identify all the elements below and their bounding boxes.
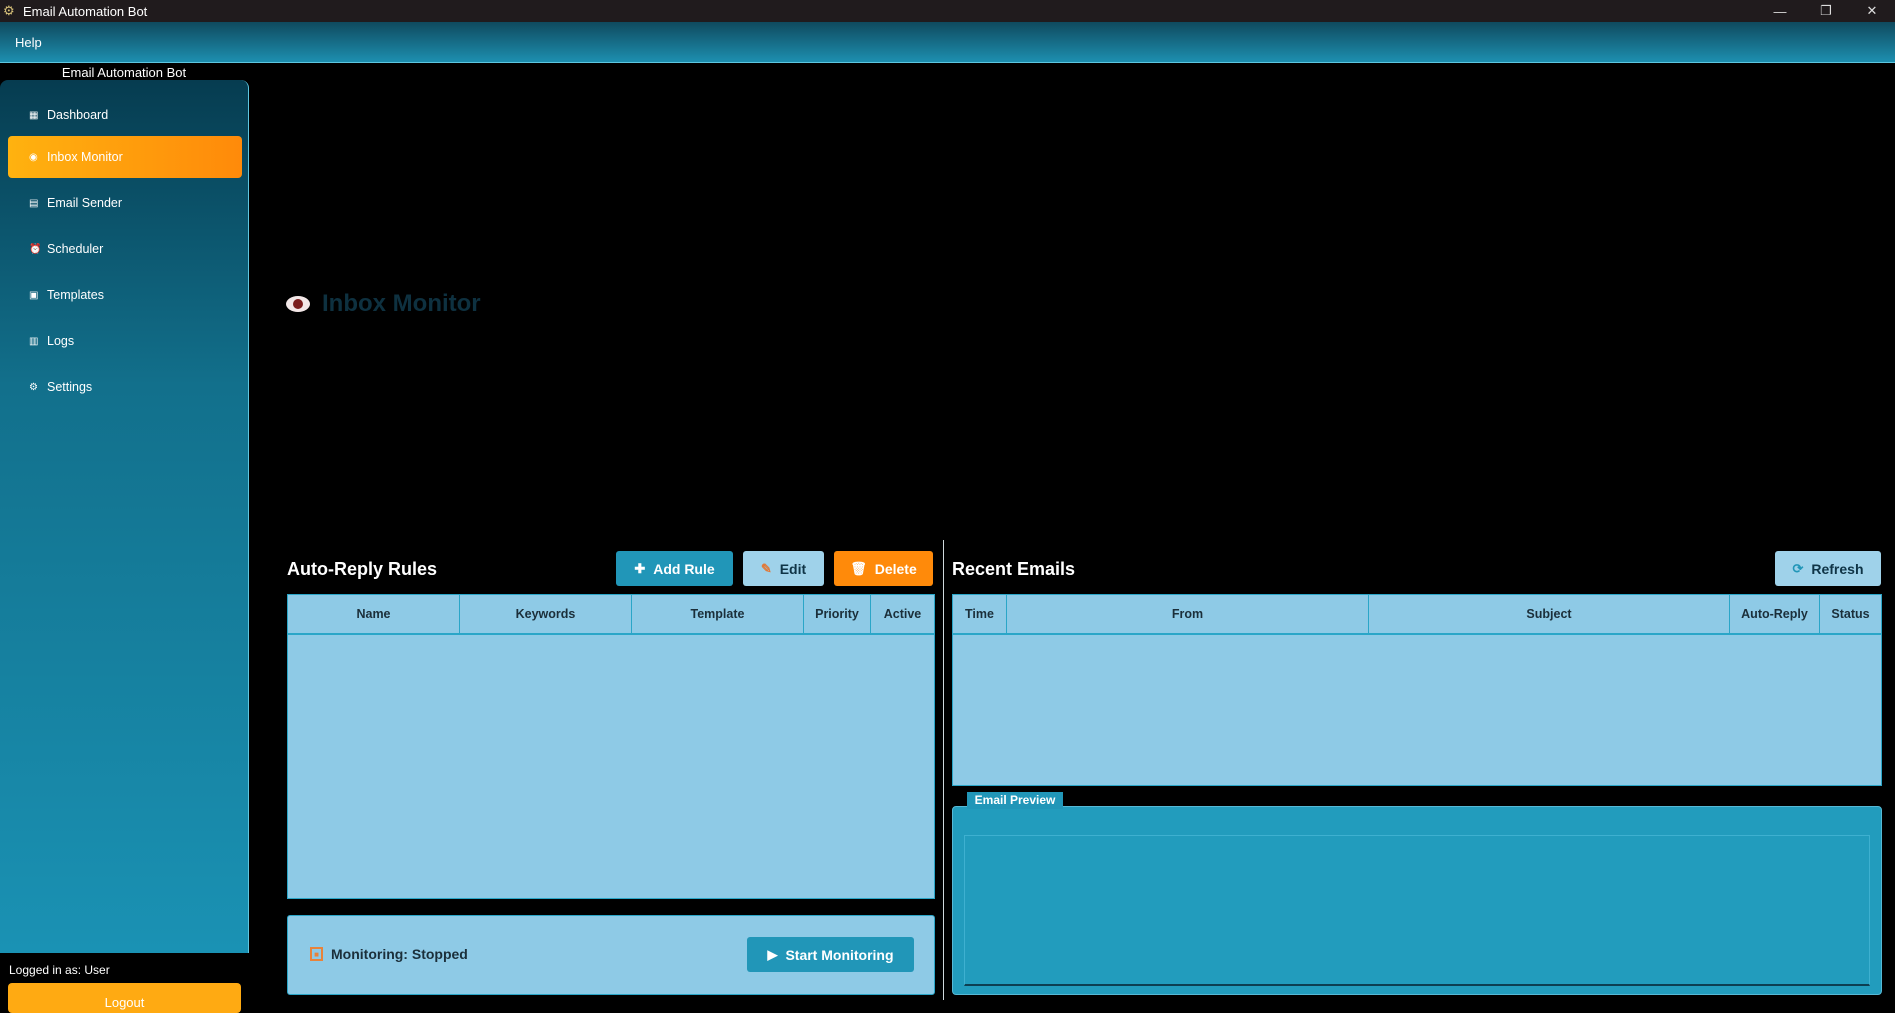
logout-button[interactable]: Logout: [8, 983, 241, 1013]
mailbox-icon: ▤: [29, 197, 39, 209]
edit-rule-button[interactable]: ✎ Edit: [743, 551, 824, 586]
sidebar-item-label: Scheduler: [47, 242, 104, 256]
rules-section-title: Auto-Reply Rules: [287, 559, 438, 579]
email-preview-title: Email Preview: [967, 792, 1063, 809]
column-header-active[interactable]: Active: [871, 595, 934, 633]
emails-table-header: Time From Subject Auto-Reply Status: [953, 595, 1881, 635]
monitoring-status: ■ Monitoring: Stopped: [310, 946, 468, 962]
column-header-template[interactable]: Template: [632, 595, 804, 633]
window-title: Email Automation Bot: [23, 3, 148, 19]
app-gear-icon: ⚙: [3, 3, 15, 18]
monitoring-panel: ■ Monitoring: Stopped ▶ Start Monitoring: [287, 915, 935, 995]
sidebar-item-logs[interactable]: ▥ Logs: [8, 320, 242, 362]
stop-icon: ■: [310, 947, 323, 961]
minimize-icon[interactable]: —: [1757, 4, 1803, 19]
emails-table[interactable]: Time From Subject Auto-Reply Status: [952, 594, 1882, 786]
sidebar-item-label: Inbox Monitor: [47, 150, 123, 164]
sidebar-item-label: Logs: [47, 334, 75, 348]
logged-in-label: Logged in as: User: [9, 963, 110, 977]
start-monitoring-button[interactable]: ▶ Start Monitoring: [747, 937, 914, 972]
column-header-status[interactable]: Status: [1820, 595, 1881, 633]
sidebar-item-label: Templates: [47, 288, 104, 302]
column-header-subject[interactable]: Subject: [1369, 595, 1730, 633]
play-icon: ▶: [767, 946, 778, 962]
column-header-from[interactable]: From: [1007, 595, 1369, 633]
window-controls: — ❐ ✕: [1757, 0, 1895, 22]
column-header-name[interactable]: Name: [288, 595, 460, 633]
column-header-keywords[interactable]: Keywords: [460, 595, 632, 633]
rules-table-header: Name Keywords Template Priority Active: [288, 595, 934, 635]
clipboard-icon: ▥: [29, 335, 39, 347]
monitoring-status-label: Monitoring: Stopped: [331, 946, 468, 962]
eye-icon: ◉: [29, 151, 38, 163]
menubar: Help: [0, 22, 1895, 63]
sidebar-item-templates[interactable]: ▣ Templates: [8, 274, 242, 316]
trash-icon: 🗑: [850, 560, 867, 576]
column-header-priority[interactable]: Priority: [804, 595, 871, 633]
sidebar-item-dashboard[interactable]: ▦ Dashboard: [8, 94, 242, 136]
email-preview-group: [952, 806, 1882, 995]
sidebar-item-scheduler[interactable]: ⏰ Scheduler: [8, 228, 242, 270]
refresh-icon: ⟳: [1792, 560, 1804, 576]
page-heading: Inbox Monitor: [286, 290, 481, 318]
window-titlebar: ⚙ Email Automation Bot — ❐ ✕: [0, 0, 1895, 22]
close-icon[interactable]: ✕: [1849, 3, 1895, 19]
edit-rule-label: Edit: [779, 560, 807, 577]
sidebar-item-label: Settings: [47, 380, 93, 394]
column-header-auto-reply[interactable]: Auto-Reply: [1730, 595, 1820, 633]
gear-icon: ⚙: [29, 381, 38, 393]
delete-rule-label: Delete: [874, 560, 917, 577]
refresh-button[interactable]: ⟳ Refresh: [1775, 551, 1881, 586]
rules-table[interactable]: Name Keywords Template Priority Active: [287, 594, 935, 899]
chart-icon: ▦: [29, 109, 39, 121]
start-monitoring-label: Start Monitoring: [785, 946, 894, 963]
maximize-icon[interactable]: ❐: [1803, 3, 1849, 19]
menu-help[interactable]: Help: [15, 35, 42, 50]
add-rule-label: Add Rule: [653, 560, 715, 577]
sidebar-item-label: Dashboard: [47, 108, 109, 122]
sidebar-title: Email Automation Bot: [61, 65, 187, 80]
alarm-clock-icon: ⏰: [29, 243, 42, 255]
panel-divider: [943, 540, 944, 1000]
delete-rule-button[interactable]: 🗑 Delete: [834, 551, 933, 586]
document-icon: ▣: [29, 289, 39, 301]
sidebar: ▦ Dashboard ◉ Inbox Monitor ▤ Email Send…: [0, 80, 249, 953]
refresh-label: Refresh: [1811, 560, 1864, 577]
sidebar-item-email-sender[interactable]: ▤ Email Sender: [8, 182, 242, 224]
pencil-icon: ✎: [760, 560, 772, 576]
email-preview-text[interactable]: [964, 835, 1870, 986]
sidebar-item-inbox-monitor[interactable]: ◉ Inbox Monitor: [8, 136, 242, 178]
plus-icon: ✚: [634, 560, 646, 576]
sidebar-item-settings[interactable]: ⚙ Settings: [8, 366, 242, 408]
eye-icon: [286, 296, 310, 312]
emails-section-title: Recent Emails: [952, 559, 1076, 579]
sidebar-item-label: Email Sender: [47, 196, 123, 210]
add-rule-button[interactable]: ✚ Add Rule: [616, 551, 733, 586]
column-header-time[interactable]: Time: [953, 595, 1007, 633]
page-title: Inbox Monitor: [322, 290, 481, 317]
